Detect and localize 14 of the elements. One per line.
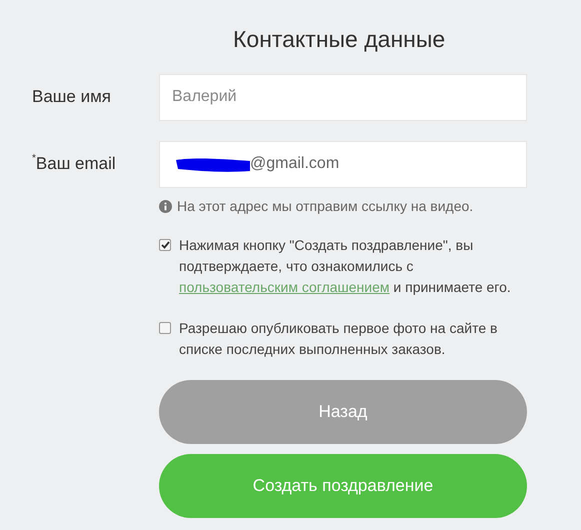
field-label: $^{*}$Ваш email [31,152,117,176]
hint-text: На этот адрес мы отправим ссылку на видео. [177,196,474,216]
name-field[interactable]: Валерий [160,74,526,120]
checkbox-label: Нажимая кнопку "Создать поздравление", вы подтверждаете, что ознакомились с пользовательским соглашением и принимаете его. [179,236,512,297]
create-button[interactable]: Создать поздравление [159,454,527,518]
agreement-link[interactable]: пользовательским соглашением [179,278,390,295]
page-title: Контактные данные [233,26,446,54]
email-field[interactable]: @gmail.com [160,142,526,187]
checkbox[interactable] [159,322,171,334]
checkbox[interactable] [159,238,171,251]
field-label: Ваше имя [31,86,112,108]
checkbox-label: Разрешаю опубликовать первое фото на сайте в списке последних выполненных заказов. [179,318,498,359]
back-button[interactable]: Назад [159,380,527,444]
info-icon [159,200,172,213]
